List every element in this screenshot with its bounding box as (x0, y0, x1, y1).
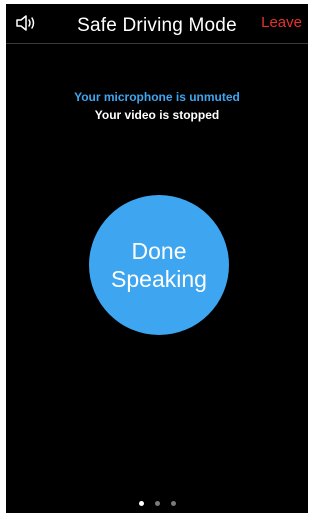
done-speaking-button[interactable]: Done Speaking (89, 195, 229, 335)
page-dot[interactable] (170, 501, 176, 506)
speaker-icon (16, 15, 35, 31)
speaker-button[interactable] (14, 12, 40, 34)
page-dot[interactable] (154, 501, 160, 506)
safe-driving-screen: Safe Driving Mode Leave Your microphone … (6, 4, 308, 513)
top-bar: Safe Driving Mode Leave (6, 4, 308, 44)
page-title: Safe Driving Mode (77, 15, 237, 36)
video-status: Your video is stopped (94, 108, 220, 122)
done-speaking-label-line2: Speaking (111, 266, 207, 292)
microphone-status: Your microphone is unmuted (74, 90, 240, 104)
leave-button[interactable]: Leave (261, 14, 302, 31)
done-speaking-label-line1: Done (131, 238, 187, 264)
page-dot[interactable] (138, 501, 144, 506)
page-indicator (6, 501, 308, 506)
